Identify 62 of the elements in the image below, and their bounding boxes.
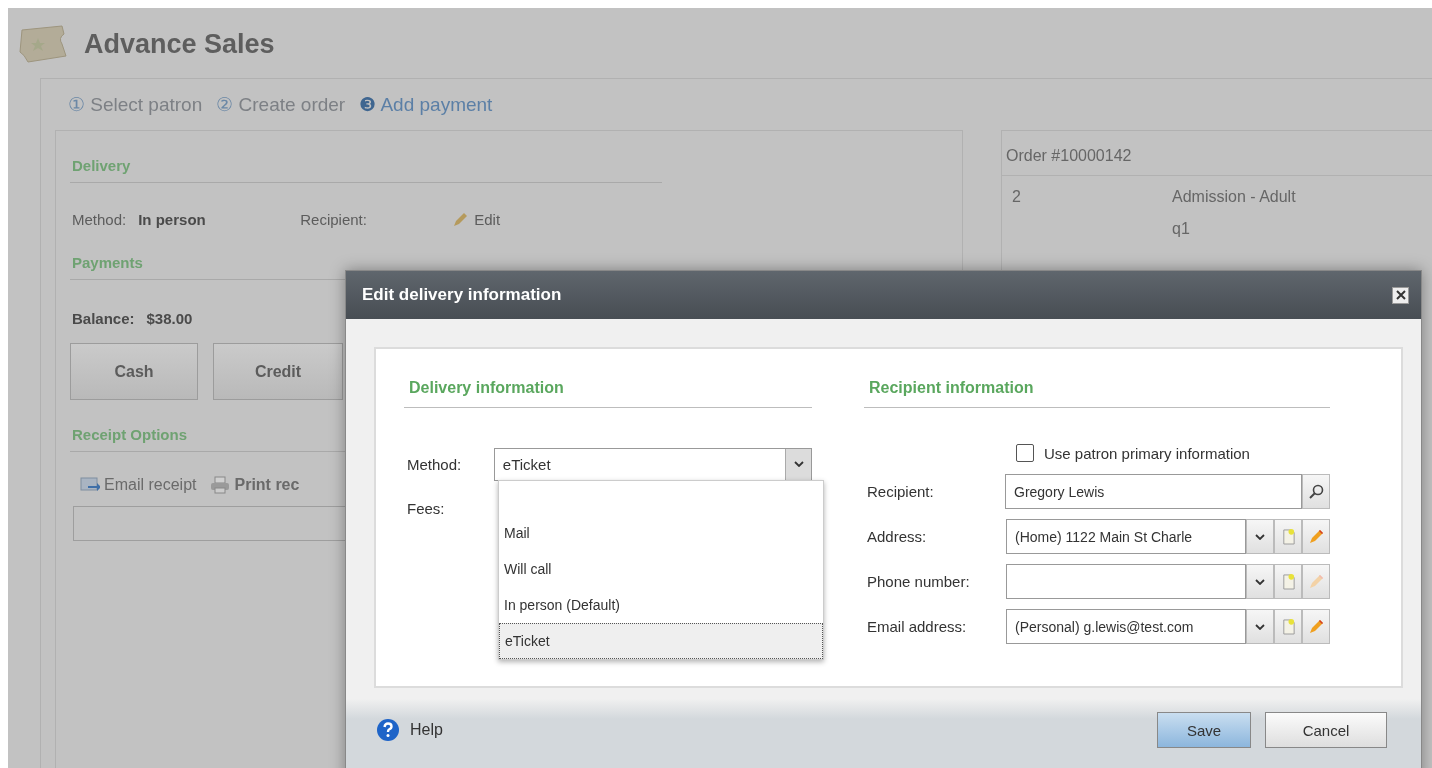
chevron-down-icon — [1255, 578, 1265, 585]
pencil-icon — [1308, 618, 1324, 635]
new-document-icon — [1280, 528, 1296, 545]
chevron-down-icon — [1255, 623, 1265, 630]
printer-icon — [210, 476, 231, 494]
receipt-field[interactable] — [73, 506, 347, 541]
dropdown-button[interactable] — [1246, 609, 1274, 644]
edit-button[interactable] — [1302, 609, 1330, 644]
quantity-text: 2 — [1012, 188, 1022, 207]
combo-field[interactable] — [1006, 564, 1246, 599]
field-label: Recipient: — [300, 211, 368, 228]
edit-button[interactable] — [1302, 564, 1330, 599]
section-heading: Delivery information — [404, 349, 812, 408]
close-icon — [1395, 290, 1406, 300]
recipient-field[interactable]: Gregory Lewis — [1005, 474, 1302, 509]
payment-button[interactable]: Cash — [70, 343, 198, 400]
checkbox-label: Use patron primary information — [1044, 444, 1250, 462]
search-button[interactable] — [1302, 474, 1330, 509]
field-label: Method: — [406, 455, 463, 473]
order-title: Order #10000142 — [1002, 131, 1432, 176]
pencil-icon — [1308, 573, 1324, 590]
dropdown-option[interactable]: In person (Default) — [499, 587, 823, 623]
combo-field[interactable]: (Home) 1122 Main St Charle — [1006, 519, 1246, 554]
dropdown-option[interactable]: eTicket — [499, 623, 823, 659]
pencil-icon — [1308, 528, 1324, 545]
envelope-icon — [80, 476, 100, 494]
pencil-icon — [452, 211, 469, 228]
new-document-icon — [1280, 618, 1296, 635]
ticket-icon — [18, 24, 70, 64]
page-title: Advance Sales — [84, 28, 275, 60]
dropdown-option[interactable]: Mail — [499, 515, 823, 551]
item-description: q1 — [1172, 220, 1191, 238]
field-label: Method: — [72, 211, 127, 228]
payment-button[interactable]: Credit — [213, 343, 343, 400]
help-icon — [376, 718, 400, 742]
close-button[interactable] — [1392, 286, 1409, 304]
search-icon — [1308, 483, 1324, 500]
checkbox[interactable] — [1016, 444, 1034, 462]
help-link[interactable]: Help — [376, 718, 443, 742]
chevron-down-icon — [793, 461, 804, 467]
item-description: Admission - Adult — [1172, 188, 1296, 206]
section-heading: Recipient information — [864, 349, 1330, 408]
dropdown-button[interactable] — [1246, 564, 1274, 599]
field-label: Address: — [866, 528, 928, 545]
field-label: Recipient: — [866, 483, 935, 500]
method-value: In person — [138, 211, 207, 228]
dropdown-button[interactable] — [1246, 519, 1274, 554]
balance-amount: $38.00 — [146, 310, 193, 327]
dialog-title: Edit delivery information — [362, 285, 562, 305]
edit-link[interactable]: Edit — [452, 211, 501, 228]
field-label: Fees: — [406, 499, 446, 517]
balance-label: Balance: — [72, 310, 135, 327]
edit-button[interactable] — [1302, 519, 1330, 554]
field-label: Phone number: — [866, 573, 971, 590]
save-button[interactable]: Save — [1157, 712, 1251, 748]
section-heading: Delivery — [70, 131, 662, 183]
cancel-button[interactable]: Cancel — [1265, 712, 1387, 748]
combo-field[interactable]: (Personal) g.lewis@test.com — [1006, 609, 1246, 644]
chevron-down-icon — [1255, 533, 1265, 540]
dropdown-option[interactable]: Will call — [499, 551, 823, 587]
new-document-icon — [1280, 573, 1296, 590]
field-label: Email address: — [866, 618, 968, 635]
